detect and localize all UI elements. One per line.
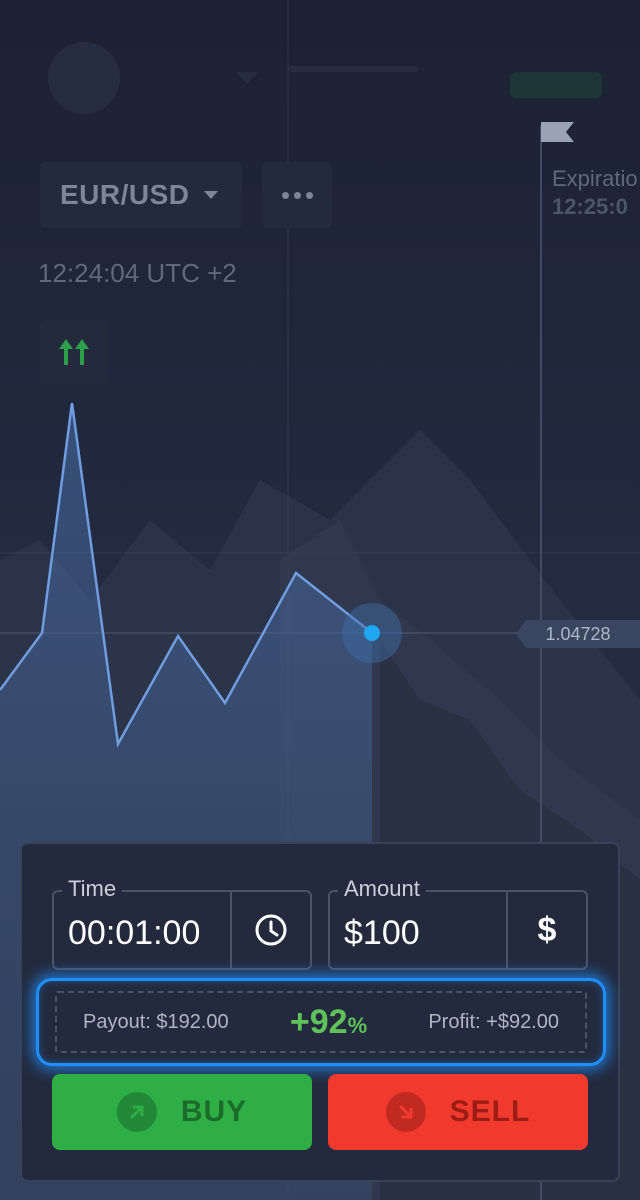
header-dimmed xyxy=(48,42,602,114)
buy-button[interactable]: BUY xyxy=(52,1074,312,1150)
time-field[interactable]: Time 00:01:00 xyxy=(52,876,312,970)
amount-field[interactable]: Amount $100 $ xyxy=(328,876,588,970)
trading-screen: EUR/USD 12:24:04 UTC +2 Expiratio 12:25:… xyxy=(0,0,640,1200)
time-value[interactable]: 00:01:00 xyxy=(68,914,200,953)
asset-pair-selector[interactable]: EUR/USD xyxy=(40,162,242,228)
payout-amount: Payout: $192.00 xyxy=(83,1010,229,1033)
trend-indicator xyxy=(40,320,108,384)
asset-pair-label: EUR/USD xyxy=(60,179,190,210)
sell-button[interactable]: SELL xyxy=(328,1074,588,1150)
payout-highlight: Payout: $192.00 +92% Profit: +$92.00 xyxy=(36,978,606,1066)
percent-sign: % xyxy=(347,1012,368,1038)
clock-button[interactable] xyxy=(232,892,310,968)
double-arrow-up-icon xyxy=(59,339,89,365)
payout-percent: +92% xyxy=(290,1003,367,1042)
more-dots-icon xyxy=(281,191,289,199)
server-clock: 12:24:04 UTC +2 xyxy=(38,258,237,288)
currency-button[interactable]: $ xyxy=(508,892,586,968)
time-label: Time xyxy=(62,876,123,902)
payout-info: Payout: $192.00 +92% Profit: +$92.00 xyxy=(55,991,587,1053)
expiration-time: 12:25:0 xyxy=(552,194,628,219)
current-price-tag: 1.04728 xyxy=(516,620,640,648)
chevron-down-icon xyxy=(203,191,218,199)
sell-label: SELL xyxy=(449,1095,531,1128)
expiration-label: Expiratio xyxy=(552,166,638,191)
amount-label: Amount xyxy=(338,876,426,902)
arrow-down-right-icon xyxy=(385,1092,426,1132)
buy-label: BUY xyxy=(180,1095,248,1128)
arrow-up-right-icon xyxy=(116,1092,157,1132)
trade-panel: Time 00:01:00 Amount $100 $ Payout: $192… xyxy=(20,842,620,1182)
dollar-icon: $ xyxy=(537,910,557,949)
profit-amount: Profit: +$92.00 xyxy=(428,1010,559,1033)
clock-icon xyxy=(255,914,287,946)
payout-percent-value: +92 xyxy=(289,1002,348,1041)
amount-value[interactable]: $100 xyxy=(344,914,420,953)
more-options-button[interactable] xyxy=(262,162,332,228)
